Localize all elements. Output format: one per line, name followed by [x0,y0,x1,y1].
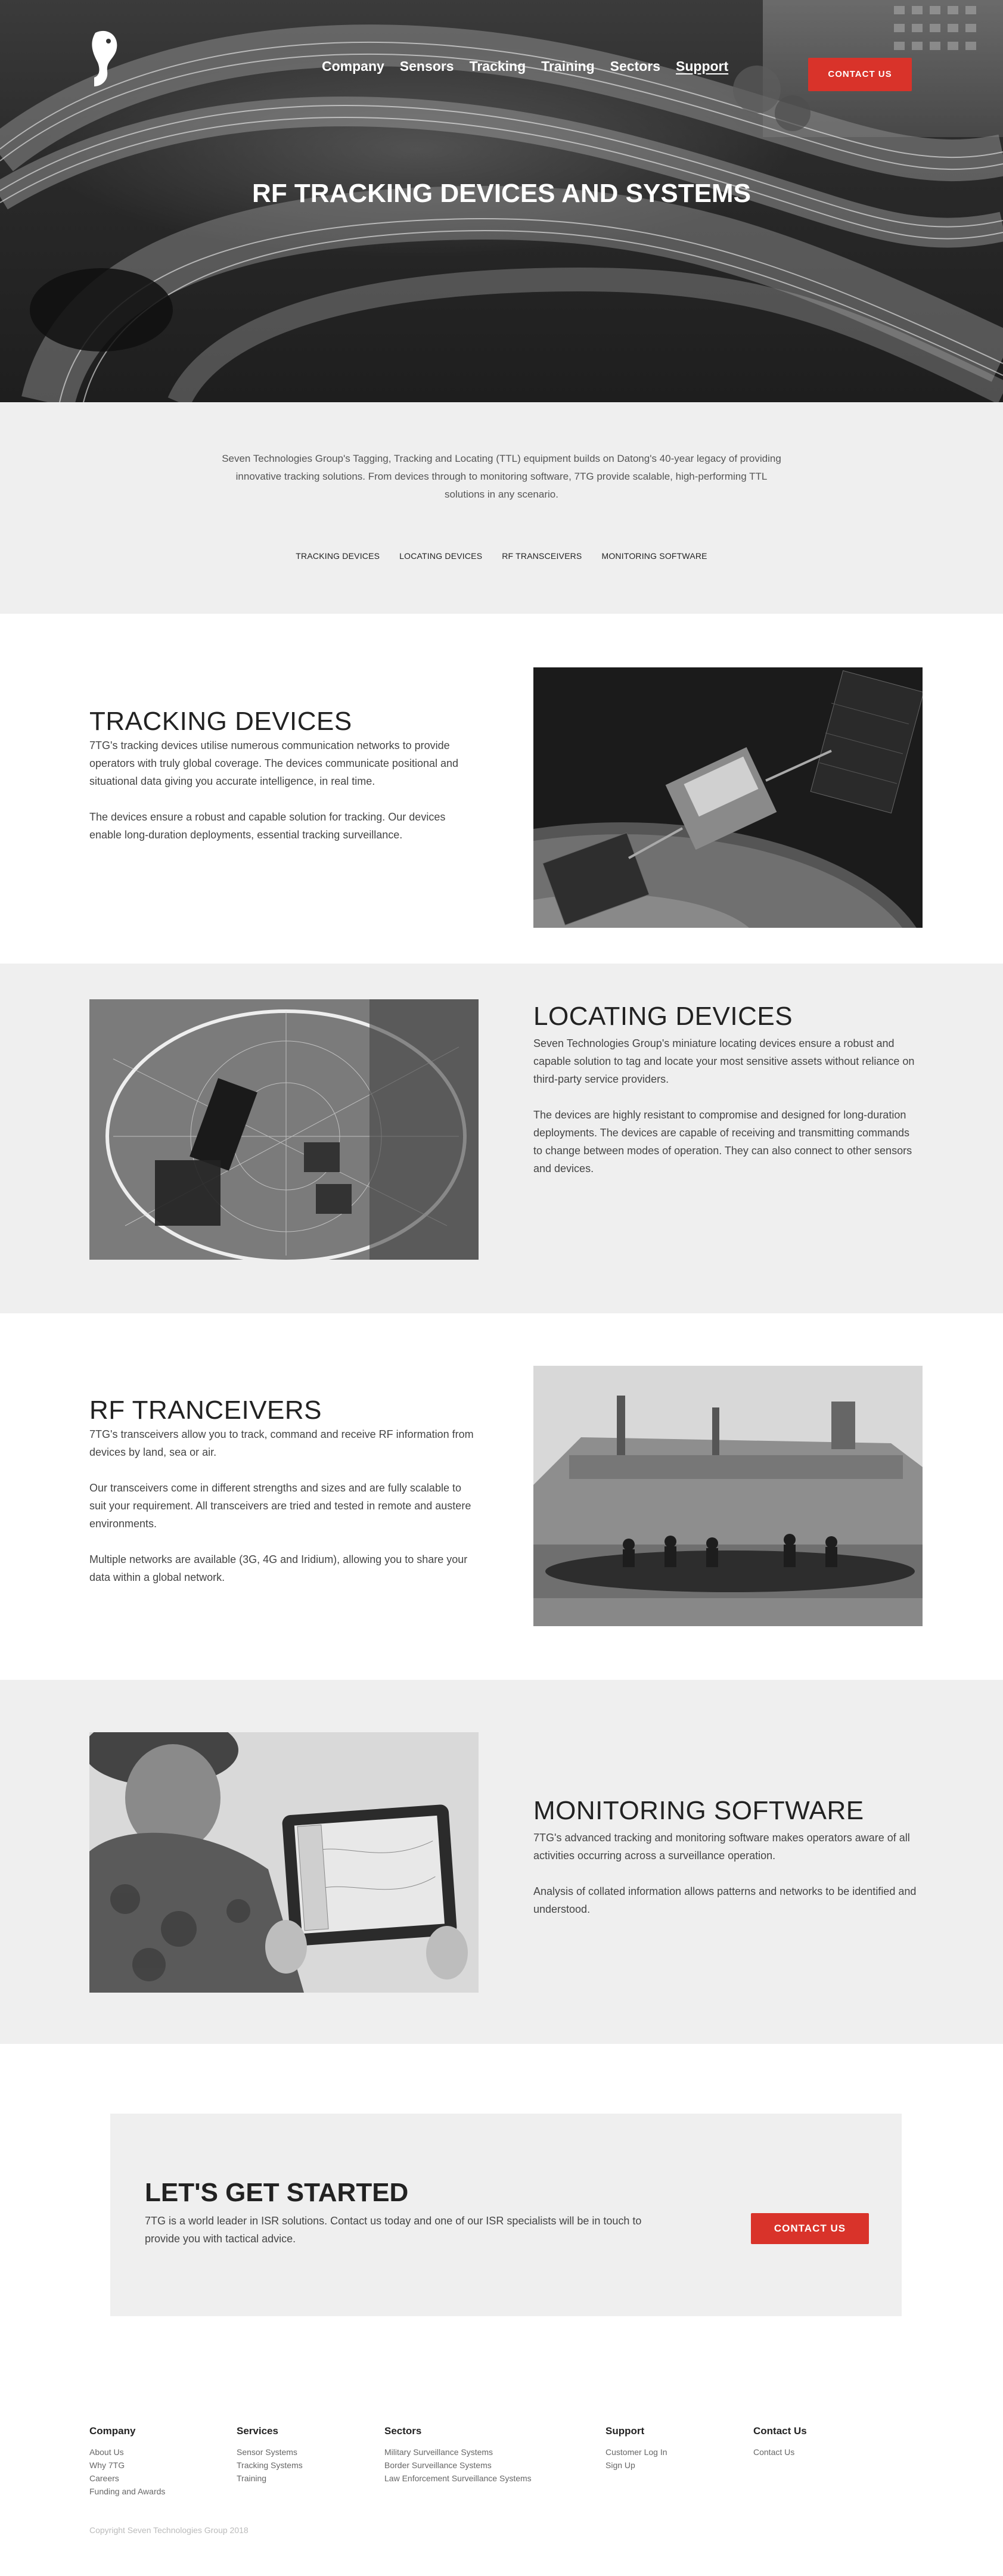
section-links: TRACKING DEVICES LOCATING DEVICES RF TRA… [0,551,1003,561]
link-rf-transceivers[interactable]: RF TRANSCEIVERS [502,551,582,561]
section-paragraph: 7TG's transceivers allow you to track, c… [89,1428,474,1458]
footer-heading: Support [605,2425,645,2437]
section-paragraph: 7TG's tracking devices utilise numerous … [89,739,459,787]
footer-link-contact[interactable]: Contact Us [753,2446,807,2459]
footer-column-support: Support Customer Log In Sign Up [605,2425,667,2472]
cta-contact-button[interactable]: CONTACT US [751,2213,869,2244]
footer-link-funding[interactable]: Funding and Awards [89,2485,165,2498]
section-paragraph: Our transceivers come in different stren… [89,1482,471,1530]
nav-training[interactable]: Training [541,58,594,74]
company-logo[interactable] [83,27,125,92]
cta-text: 7TG is a world leader in ISR solutions. … [145,2215,642,2245]
hero-banner: Company Sensors Tracking Training Sector… [0,0,1003,402]
footer-heading: Sectors [384,2425,422,2437]
footer-link-law-enforcement[interactable]: Law Enforcement Surveillance Systems [384,2472,532,2485]
footer-link-military[interactable]: Military Surveillance Systems [384,2446,532,2459]
footer-column-contact: Contact Us Contact Us [753,2425,807,2459]
footer-link-about[interactable]: About Us [89,2446,165,2459]
footer-column-services: Services Sensor Systems Tracking Systems… [237,2425,303,2485]
main-nav: Company Sensors Tracking Training Sector… [322,58,728,74]
footer-heading: Contact Us [753,2425,807,2437]
section-paragraph: The devices ensure a robust and capable … [89,811,446,841]
tracking-devices-section: TRACKING DEVICES 7TG's tracking devices … [0,614,1003,964]
locating-devices-section: LOCATING DEVICES Seven Technologies Grou… [0,964,1003,1313]
footer-link-border[interactable]: Border Surveillance Systems [384,2459,532,2472]
section-body: 7TG's advanced tracking and monitoring s… [533,1829,921,1936]
footer-link-training[interactable]: Training [237,2472,303,2485]
section-paragraph: Seven Technologies Group's miniature loc… [533,1037,915,1085]
footer-link-why[interactable]: Why 7TG [89,2459,165,2472]
section-body: 7TG's transceivers allow you to track, c… [89,1425,477,1604]
link-locating-devices[interactable]: LOCATING DEVICES [399,551,482,561]
copyright: Copyright Seven Technologies Group 2018 [89,2525,249,2535]
naval-ship-photo [533,1366,923,1626]
cta-section: LET'S GET STARTED 7TG is a world leader … [0,2044,1003,2354]
nav-company[interactable]: Company [322,58,384,74]
satellite-photo [533,667,923,928]
nav-tracking[interactable]: Tracking [470,58,526,74]
cta-title: LET'S GET STARTED [145,2178,409,2207]
footer-link-sign-up[interactable]: Sign Up [605,2459,667,2472]
section-title: MONITORING SOFTWARE [533,1796,864,1825]
footer-column-sectors: Sectors Military Surveillance Systems Bo… [384,2425,532,2485]
footer-heading: Services [237,2425,278,2437]
nav-support[interactable]: Support [676,58,728,74]
section-title: TRACKING DEVICES [89,707,352,736]
section-paragraph: The devices are highly resistant to comp… [533,1109,912,1174]
footer-link-tracking-systems[interactable]: Tracking Systems [237,2459,303,2472]
section-title: LOCATING DEVICES [533,1002,793,1031]
hero-title: RF TRACKING DEVICES AND SYSTEMS [252,179,751,208]
cta-panel: LET'S GET STARTED 7TG is a world leader … [110,2114,902,2316]
section-title: RF TRANCEIVERS [89,1396,322,1425]
tablet-map-photo [89,999,479,1260]
link-monitoring-software[interactable]: MONITORING SOFTWARE [601,551,707,561]
rf-transceivers-section: RF TRANCEIVERS 7TG's transceivers allow … [0,1313,1003,1680]
footer: Company About Us Why 7TG Careers Funding… [0,2354,1003,2576]
monitoring-software-section: MONITORING SOFTWARE 7TG's advanced track… [0,1680,1003,2044]
nav-sectors[interactable]: Sectors [610,58,660,74]
footer-link-customer-login[interactable]: Customer Log In [605,2446,667,2459]
nav-sensors[interactable]: Sensors [400,58,454,74]
footer-column-company: Company About Us Why 7TG Careers Funding… [89,2425,165,2498]
footer-link-sensor-systems[interactable]: Sensor Systems [237,2446,303,2459]
section-paragraph: Analysis of collated information allows … [533,1885,917,1915]
section-paragraph: 7TG's advanced tracking and monitoring s… [533,1832,910,1862]
intro-section: Seven Technologies Group's Tagging, Trac… [0,402,1003,614]
section-body: 7TG's tracking devices utilise numerous … [89,737,477,862]
soldier-tablet-photo [89,1732,479,1993]
footer-heading: Company [89,2425,136,2437]
section-body: Seven Technologies Group's miniature loc… [533,1034,921,1195]
header-contact-button[interactable]: CONTACT US [808,58,912,91]
link-tracking-devices[interactable]: TRACKING DEVICES [296,551,380,561]
footer-link-careers[interactable]: Careers [89,2472,165,2485]
section-paragraph: Multiple networks are available (3G, 4G … [89,1553,468,1583]
intro-text: Seven Technologies Group's Tagging, Trac… [222,453,781,500]
